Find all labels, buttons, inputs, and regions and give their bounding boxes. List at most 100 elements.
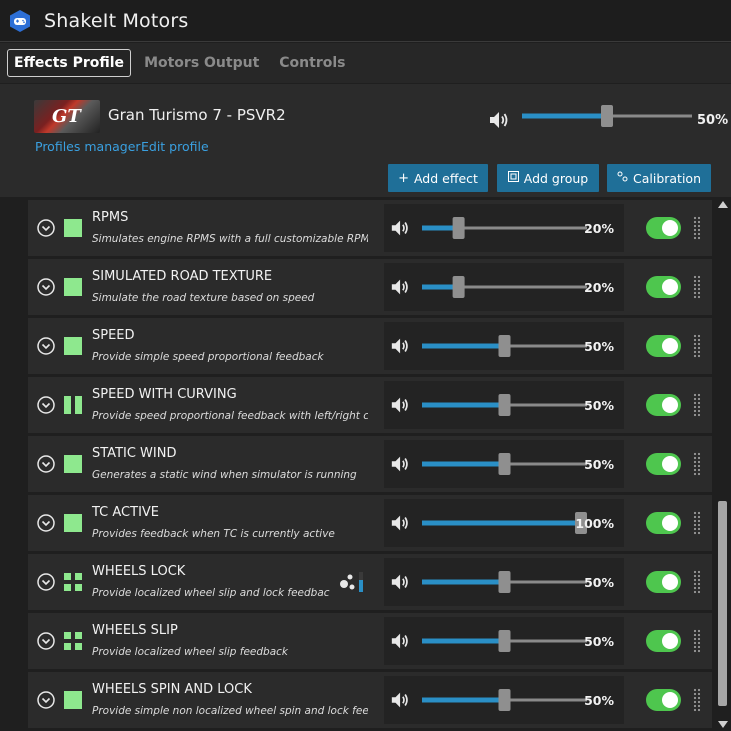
- single-square-icon: [64, 278, 82, 296]
- effect-description: Provide localized wheel slip feedback: [92, 646, 288, 658]
- effect-description: Simulate the road texture based on speed: [92, 292, 315, 304]
- add-group-label: Add group: [523, 170, 589, 186]
- effect-description: Provide localized wheel slip and lock fe…: [92, 587, 330, 599]
- effect-enable-toggle[interactable]: [646, 630, 681, 652]
- effect-description: Simulates engine RPMS with a full custom…: [92, 233, 368, 245]
- effect-name: WHEELS LOCK: [92, 564, 186, 579]
- effect-volume-slider[interactable]: [422, 562, 587, 602]
- effect-name: WHEELS SLIP: [92, 623, 178, 638]
- drag-handle-icon[interactable]: [693, 688, 701, 712]
- profile-header: GT Gran Turismo 7 - PSVR2 Profiles manag…: [0, 84, 731, 197]
- game-thumbnail-logo: GT: [52, 106, 81, 127]
- slider-thumb[interactable]: [498, 335, 511, 357]
- expand-chevron-icon[interactable]: [37, 632, 55, 650]
- effect-row: SPEED Provide simple speed proportional f…: [28, 318, 712, 374]
- slider-thumb[interactable]: [498, 453, 511, 475]
- effect-name: TC ACTIVE: [92, 505, 160, 520]
- expand-chevron-icon[interactable]: [37, 455, 55, 473]
- speaker-icon[interactable]: [390, 513, 412, 533]
- effect-name: SIMULATED ROAD TEXTURE: [92, 269, 273, 284]
- tab-motors-output[interactable]: Motors Output: [137, 49, 266, 77]
- speaker-icon[interactable]: [390, 690, 412, 710]
- effect-enable-toggle[interactable]: [646, 217, 681, 239]
- speaker-icon[interactable]: [390, 336, 412, 356]
- slider-thumb[interactable]: [452, 276, 465, 298]
- effect-volume-value: 50%: [584, 457, 614, 472]
- expand-chevron-icon[interactable]: [37, 573, 55, 591]
- effect-volume-slider[interactable]: [422, 503, 587, 543]
- slider-thumb[interactable]: [498, 394, 511, 416]
- effect-enable-toggle[interactable]: [646, 689, 681, 711]
- speaker-icon[interactable]: [390, 572, 412, 592]
- speaker-icon: [488, 110, 512, 130]
- expand-chevron-icon[interactable]: [37, 691, 55, 709]
- slider-thumb[interactable]: [601, 105, 613, 127]
- add-effect-button[interactable]: + Add effect: [388, 164, 488, 192]
- expand-chevron-icon[interactable]: [37, 396, 55, 414]
- effect-enable-toggle[interactable]: [646, 512, 681, 534]
- toggle-knob: [662, 574, 678, 590]
- speaker-icon[interactable]: [390, 277, 412, 297]
- group-icon: [507, 170, 519, 186]
- speaker-icon[interactable]: [390, 395, 412, 415]
- scroll-down-arrow-icon[interactable]: [717, 719, 729, 729]
- effect-volume-slider[interactable]: [422, 680, 587, 720]
- effect-enable-toggle[interactable]: [646, 453, 681, 475]
- speaker-icon[interactable]: [390, 631, 412, 651]
- slider-thumb[interactable]: [498, 689, 511, 711]
- expand-chevron-icon[interactable]: [37, 337, 55, 355]
- scroll-up-arrow-icon[interactable]: [717, 199, 729, 209]
- effect-volume-panel: 20%: [384, 263, 624, 311]
- game-thumbnail: GT: [34, 100, 100, 133]
- drag-handle-icon[interactable]: [693, 216, 701, 240]
- signal-level-icon[interactable]: [336, 568, 366, 596]
- add-group-button[interactable]: Add group: [497, 164, 599, 192]
- toggle-knob: [662, 633, 678, 649]
- slider-fill: [422, 461, 505, 467]
- effect-volume-slider[interactable]: [422, 385, 587, 425]
- scrollbar-thumb[interactable]: [718, 501, 727, 706]
- drag-handle-icon[interactable]: [693, 511, 701, 535]
- effect-volume-value: 100%: [575, 516, 614, 531]
- drag-handle-icon[interactable]: [693, 334, 701, 358]
- effect-volume-panel: 50%: [384, 676, 624, 724]
- four-squares-icon: [64, 573, 82, 591]
- tab-effects-profile[interactable]: Effects Profile: [7, 49, 132, 77]
- effect-enable-toggle[interactable]: [646, 394, 681, 416]
- effect-volume-slider[interactable]: [422, 444, 587, 484]
- slider-thumb[interactable]: [498, 571, 511, 593]
- single-square-icon: [64, 219, 82, 237]
- profiles-manager-link[interactable]: Profiles manager: [35, 139, 141, 154]
- slider-fill: [522, 113, 607, 119]
- effect-enable-toggle[interactable]: [646, 335, 681, 357]
- expand-chevron-icon[interactable]: [37, 514, 55, 532]
- speaker-icon[interactable]: [390, 218, 412, 238]
- slider-thumb[interactable]: [498, 630, 511, 652]
- effect-volume-slider[interactable]: [422, 267, 587, 307]
- calibration-button[interactable]: Calibration: [607, 164, 711, 192]
- drag-handle-icon[interactable]: [693, 393, 701, 417]
- calibration-label: Calibration: [632, 170, 701, 186]
- slider-thumb[interactable]: [452, 217, 465, 239]
- drag-handle-icon[interactable]: [693, 570, 701, 594]
- effect-enable-toggle[interactable]: [646, 276, 681, 298]
- effect-row: SIMULATED ROAD TEXTURE Simulate the road …: [28, 259, 712, 315]
- master-volume-slider[interactable]: [522, 101, 692, 131]
- effect-volume-slider[interactable]: [422, 621, 587, 661]
- drag-handle-icon[interactable]: [693, 275, 701, 299]
- effect-enable-toggle[interactable]: [646, 571, 681, 593]
- edit-profile-link[interactable]: Edit profile: [141, 139, 209, 154]
- scrollbar[interactable]: [717, 197, 729, 731]
- tab-controls[interactable]: Controls: [272, 49, 352, 77]
- drag-handle-icon[interactable]: [693, 629, 701, 653]
- toggle-knob: [662, 338, 678, 354]
- slider-fill: [422, 579, 505, 585]
- effect-volume-value: 50%: [584, 634, 614, 649]
- effect-volume-slider[interactable]: [422, 326, 587, 366]
- expand-chevron-icon[interactable]: [37, 219, 55, 237]
- drag-handle-icon[interactable]: [693, 452, 701, 476]
- effect-volume-slider[interactable]: [422, 208, 587, 248]
- slider-fill: [422, 697, 505, 703]
- speaker-icon[interactable]: [390, 454, 412, 474]
- expand-chevron-icon[interactable]: [37, 278, 55, 296]
